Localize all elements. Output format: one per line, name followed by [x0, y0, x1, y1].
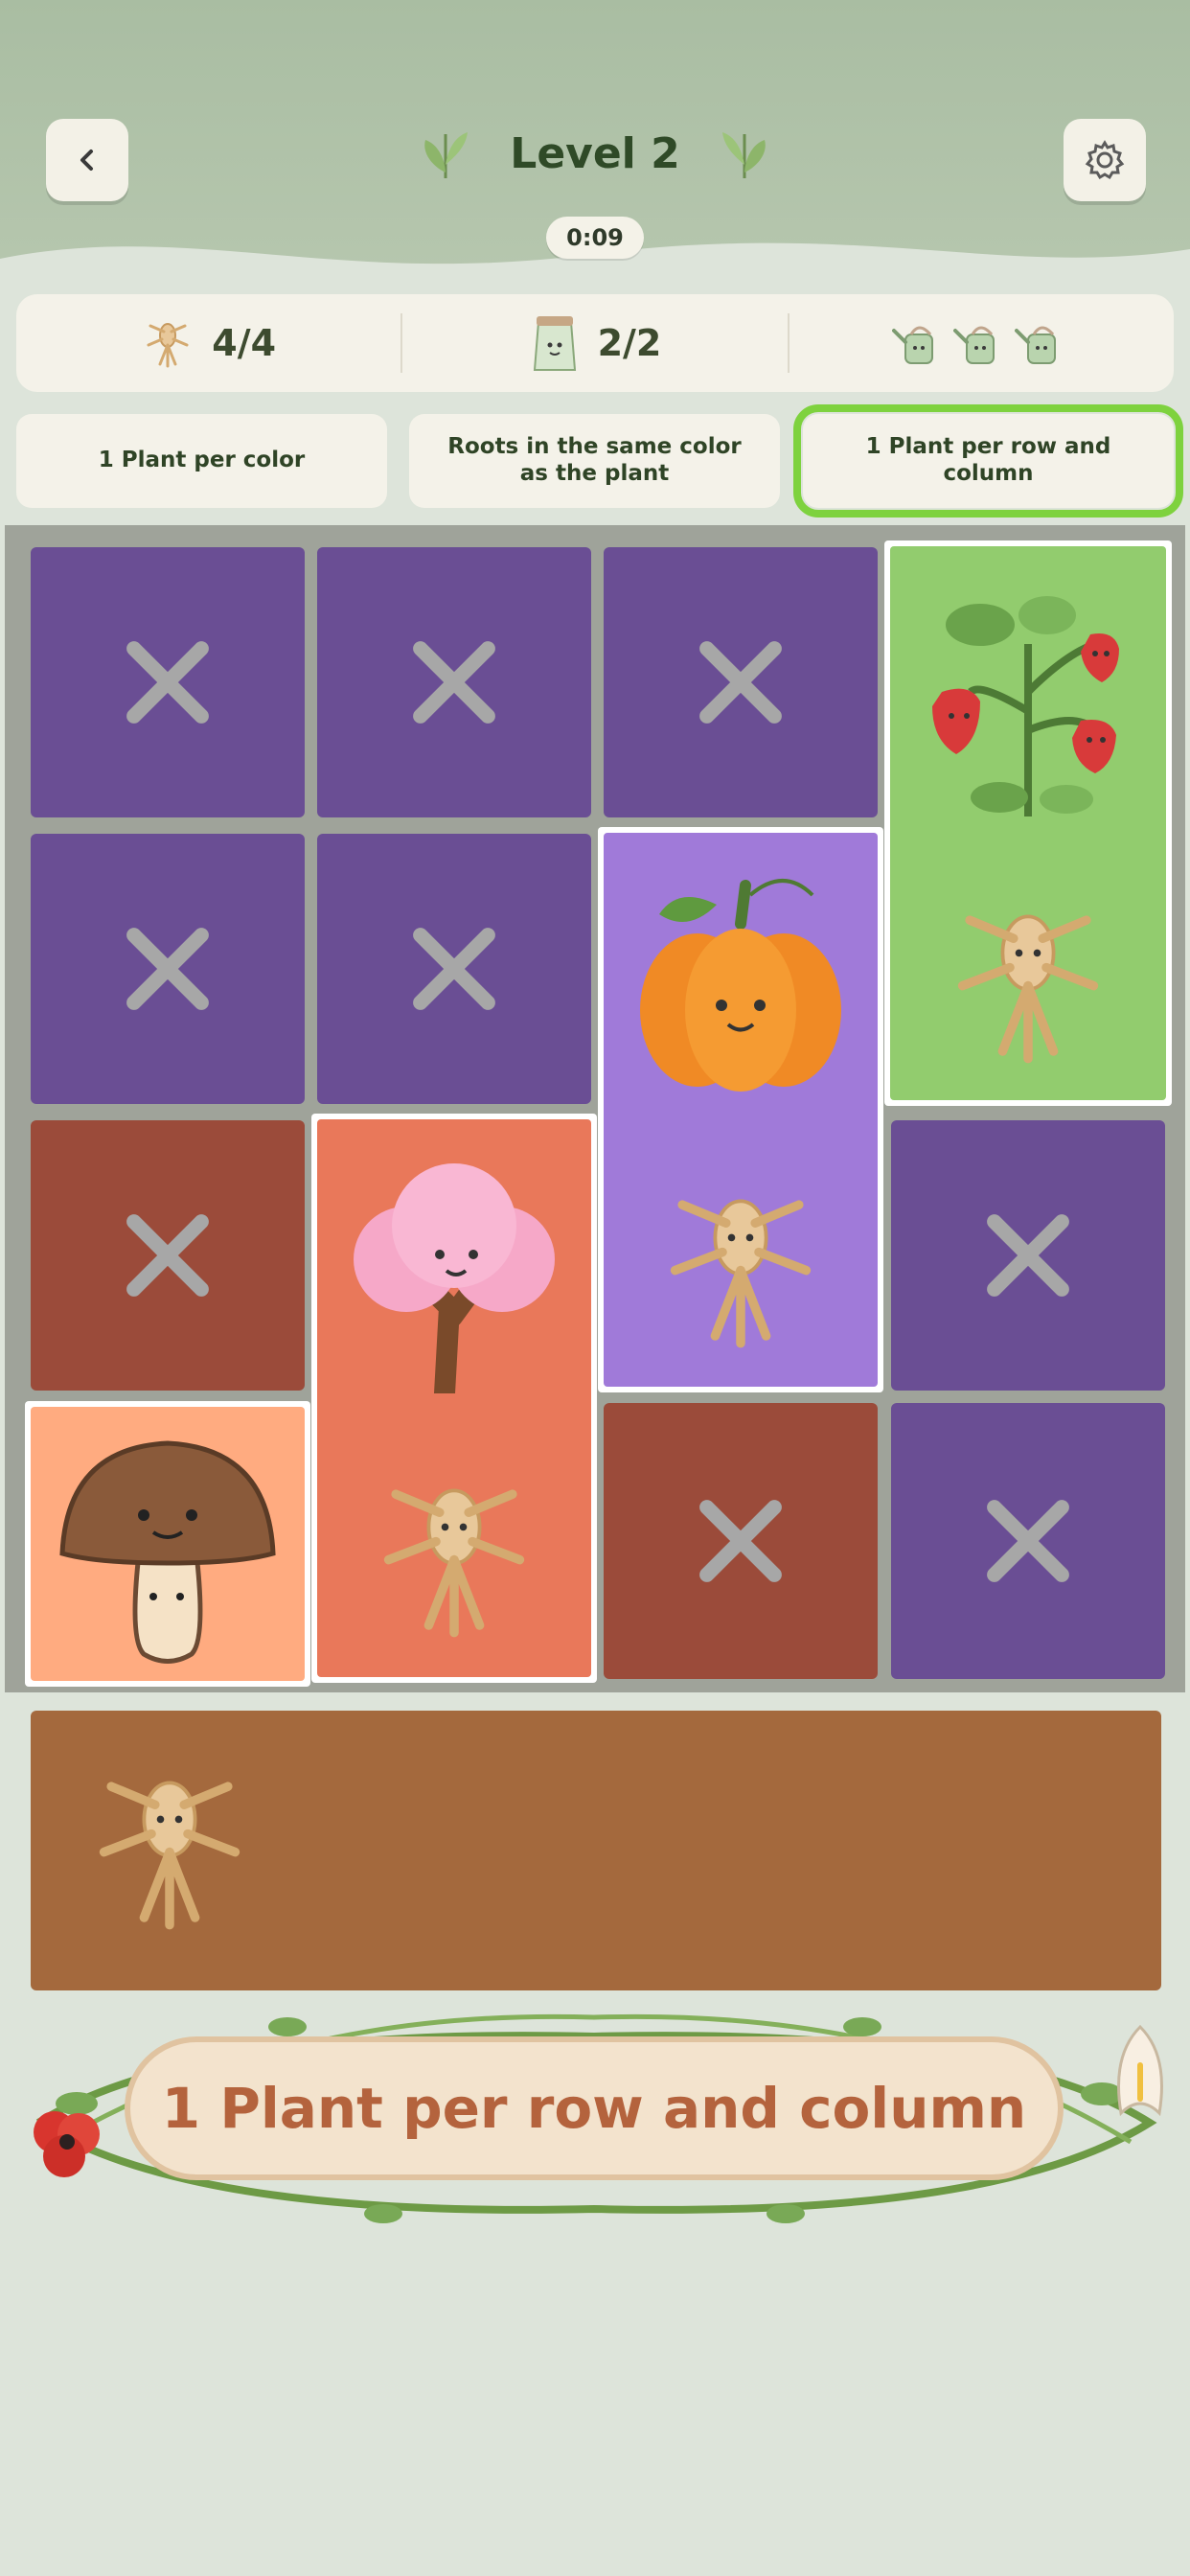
watering-can-icon — [1015, 326, 1057, 364]
rule-banner-text: 1 Plant per row and column — [161, 2076, 1027, 2141]
cherry-blossom-tree-icon — [354, 1162, 555, 1393]
crossed-cell[interactable] — [31, 1120, 305, 1391]
roots-count: 4/4 — [212, 322, 277, 364]
calla-lily-icon — [1117, 2024, 1163, 2117]
cross-mark-icon — [699, 641, 782, 724]
crossed-cell[interactable] — [604, 1403, 878, 1679]
seed-bag-icon — [533, 316, 576, 371]
strawberry-plant-icon — [932, 596, 1119, 816]
mushroom-icon — [59, 1440, 276, 1664]
seed-bags-count: 2/2 — [597, 322, 662, 364]
rule-roots-same-color[interactable]: Roots in the same color as the plant — [409, 414, 780, 508]
cross-mark-icon — [699, 1500, 782, 1582]
settings-button[interactable] — [1064, 119, 1146, 201]
gear-icon — [1085, 140, 1125, 180]
cherry-tree-plot — [317, 1119, 591, 1677]
rule-one-plant-per-row-column[interactable]: 1 Plant per row and column — [793, 404, 1183, 518]
mushroom-plot — [31, 1407, 305, 1681]
poppy-flower-icon — [34, 2111, 100, 2177]
pumpkin-region[interactable] — [598, 827, 883, 1392]
rules-row: 1 Plant per color Roots in the same colo… — [16, 404, 1183, 518]
root-tray — [31, 1711, 1161, 1990]
crossed-cell[interactable] — [317, 547, 591, 817]
rule-banner: 1 Plant per row and column — [0, 1989, 1190, 2228]
rule-banner-plaque: 1 Plant per row and column — [125, 2036, 1064, 2180]
crossed-cell[interactable] — [31, 834, 305, 1104]
strawberry-region[interactable] — [884, 540, 1172, 1106]
crossed-cell[interactable] — [604, 547, 878, 817]
cross-mark-icon — [126, 1214, 209, 1297]
cross-mark-icon — [987, 1214, 1069, 1297]
cross-mark-icon — [126, 928, 209, 1010]
watering-can-icon — [953, 326, 995, 364]
leaf-sprig-icon — [721, 132, 766, 178]
root-icon — [383, 1488, 525, 1637]
crossed-cell[interactable] — [891, 1403, 1165, 1679]
pumpkin-plot — [604, 833, 878, 1387]
pumpkin-icon — [640, 878, 841, 1092]
leaf-sprig-icon — [424, 132, 469, 178]
garden-board — [5, 525, 1185, 1692]
cross-mark-icon — [413, 928, 495, 1010]
cherry-tree-region[interactable] — [311, 1114, 597, 1683]
seed-bags-counter: 2/2 — [402, 294, 787, 392]
stats-bar: 4/4 2/2 — [16, 294, 1174, 392]
roots-counter: 4/4 — [16, 294, 400, 392]
rule-one-plant-per-color[interactable]: 1 Plant per color — [16, 414, 387, 508]
root-icon — [147, 323, 189, 368]
level-title: Level 2 — [510, 128, 680, 178]
crossed-cell[interactable] — [891, 1120, 1165, 1391]
root-icon — [957, 914, 1099, 1064]
timer: 0:09 — [546, 217, 644, 259]
root-icon[interactable] — [79, 1754, 261, 1936]
cross-mark-icon — [126, 641, 209, 724]
crossed-cell[interactable] — [317, 834, 591, 1104]
root-icon — [670, 1199, 812, 1347]
cross-mark-icon — [987, 1500, 1069, 1582]
strawberry-plot — [890, 546, 1166, 1100]
mushroom-region[interactable] — [25, 1401, 310, 1687]
crossed-cell[interactable] — [31, 547, 305, 817]
cross-mark-icon — [413, 641, 495, 724]
watering-can-icon — [892, 326, 934, 364]
title-row: Level 2 — [0, 125, 1190, 182]
watering-cans — [790, 294, 1174, 392]
